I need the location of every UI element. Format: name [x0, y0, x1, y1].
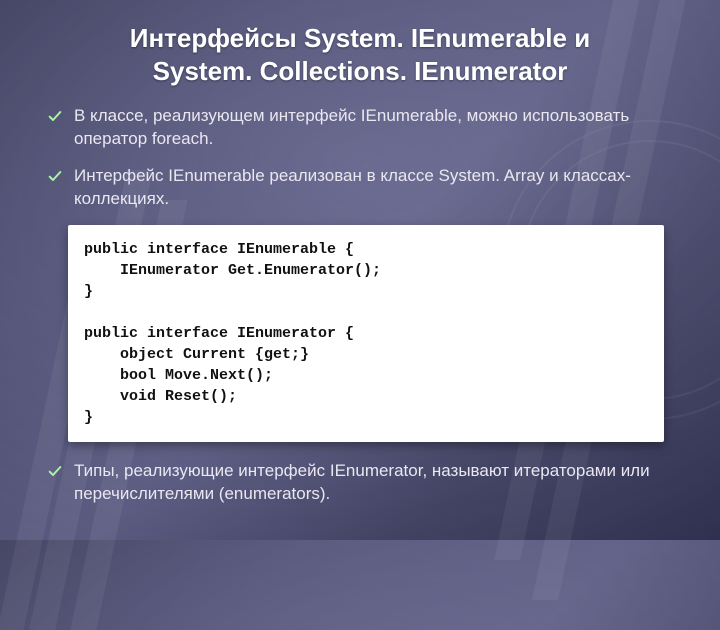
bullet-text: Интерфейс IEnumerable реализован в класс…	[74, 165, 674, 211]
bullet-text: В классе, реализующем интерфейс IEnumera…	[74, 105, 674, 151]
title-line-1: Интерфейсы System. IEnumerable и	[130, 23, 590, 53]
slide-title: Интерфейсы System. IEnumerable и System.…	[46, 22, 674, 87]
bullet-text: Типы, реализующие интерфейс IEnumerator,…	[74, 460, 674, 506]
checkmark-icon	[46, 167, 64, 185]
title-line-2: System. Collections. IEnumerator	[153, 56, 568, 86]
bullet-item: Типы, реализующие интерфейс IEnumerator,…	[46, 460, 674, 506]
checkmark-icon	[46, 107, 64, 125]
checkmark-icon	[46, 462, 64, 480]
bullet-item: Интерфейс IEnumerable реализован в класс…	[46, 165, 674, 211]
bullet-item: В классе, реализующем интерфейс IEnumera…	[46, 105, 674, 151]
code-block: public interface IEnumerable { IEnumerat…	[68, 225, 664, 442]
slide: Интерфейсы System. IEnumerable и System.…	[0, 0, 720, 540]
